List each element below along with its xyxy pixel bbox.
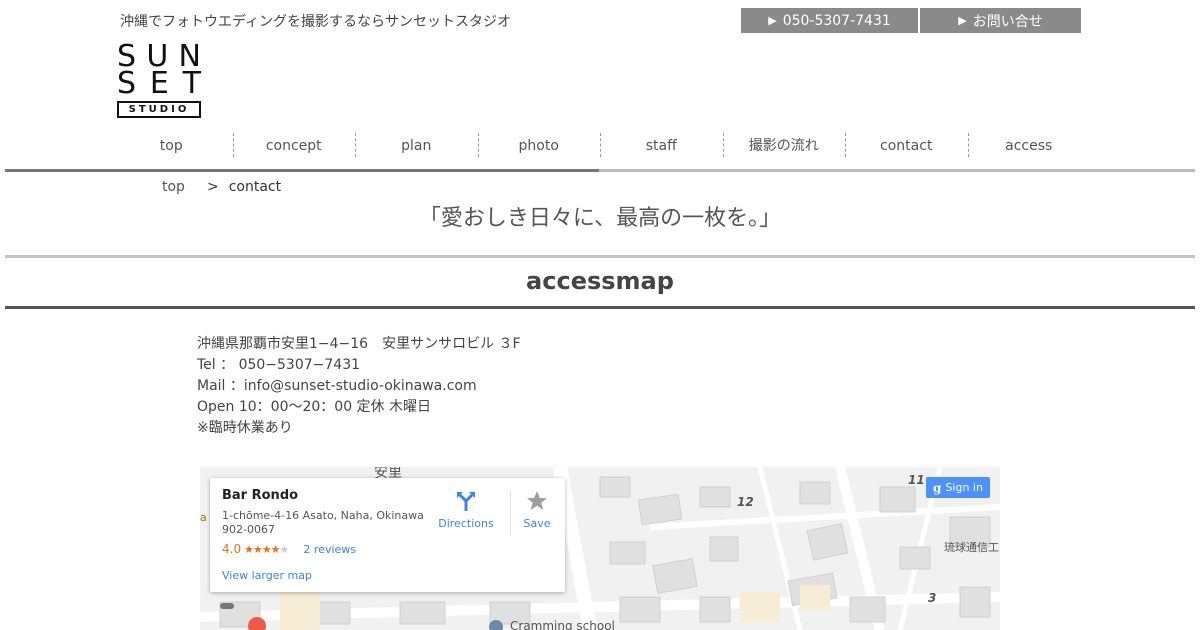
nav-underline	[5, 169, 1195, 172]
star-icon	[527, 491, 547, 510]
contact-button[interactable]: ▶ お問い合せ	[920, 8, 1081, 33]
breadcrumb: top > contact	[162, 179, 281, 195]
directions-label: Directions	[438, 517, 494, 530]
tagline: 沖縄でフォトウエディングを撮影するならサンセットスタジオ	[120, 14, 512, 30]
divider-dark	[5, 306, 1195, 309]
breadcrumb-home[interactable]: top	[162, 179, 185, 195]
nav-item-concept[interactable]: concept	[232, 133, 356, 159]
phone-button[interactable]: ▶ 050-5307-7431	[741, 8, 918, 33]
info-tel: Tel ： 050−5307−7431	[197, 357, 361, 373]
google-g-icon: g	[933, 480, 942, 495]
global-nav: top concept plan photo staff 撮影の流れ conta…	[110, 133, 1090, 159]
logo-line-set: S E T	[117, 66, 201, 101]
rating-stars-icon: ★★★★★	[244, 542, 289, 556]
breadcrumb-current: contact	[228, 179, 282, 195]
contact-button-label: お問い合せ	[972, 13, 1043, 30]
save-button[interactable]: Save	[513, 490, 561, 530]
map-sign-in-label: Sign in	[945, 481, 983, 494]
logo-studio-box: STUDIO	[117, 101, 201, 118]
section-title: accessmap	[526, 267, 674, 295]
info-note: ※臨時休業あり	[197, 420, 293, 436]
nav-item-flow[interactable]: 撮影の流れ	[722, 133, 846, 159]
phone-button-label: 050-5307-7431	[782, 12, 891, 29]
card-divider	[510, 490, 511, 536]
rating-value: 4.0	[222, 542, 242, 556]
place-address: 1-chōme-4-16 Asato, Naha, Okinawa 902-00…	[222, 509, 424, 536]
play-triangle-icon: ▶	[768, 14, 777, 27]
view-larger-map-link[interactable]: View larger map	[222, 569, 312, 582]
info-mail: Mail ：info@sunset-studio-okinawa.com	[197, 378, 477, 394]
place-name: Bar Rondo	[222, 488, 299, 503]
map-label-cramming-school: Cramming school	[510, 619, 615, 630]
map-label-a: a	[200, 511, 207, 524]
directions-button[interactable]: Directions	[436, 490, 496, 530]
divider-light	[5, 255, 1195, 258]
save-label: Save	[523, 517, 551, 530]
directions-icon	[457, 492, 475, 511]
nav-item-access[interactable]: access	[967, 133, 1091, 159]
play-triangle-icon: ▶	[958, 14, 967, 27]
map-label-block-3: 3	[928, 591, 937, 605]
nav-item-photo[interactable]: photo	[477, 133, 601, 159]
map-label-ryukyu: 琉球通信工	[944, 541, 999, 554]
nav-item-plan[interactable]: plan	[355, 133, 478, 159]
map-label-block-12: 12	[737, 495, 754, 509]
reviews-link[interactable]: 2 reviews	[303, 543, 356, 556]
google-map[interactable]: 12 11 3 琉球通信工 安里 Cramming school a g Sig…	[200, 467, 1000, 630]
nav-active-indicator	[5, 169, 599, 172]
catchcopy: 「愛おしき日々に、最高の一枚を。」	[418, 206, 782, 231]
nav-item-top[interactable]: top	[110, 133, 233, 159]
nav-item-staff[interactable]: staff	[600, 133, 723, 159]
map-label-block-11: 11	[908, 473, 925, 487]
map-sign-in-button[interactable]: g Sign in	[926, 477, 990, 498]
sunset-studio-logo[interactable]: S U N S E T STUDIO	[117, 42, 201, 127]
info-open: Open 10：00〜20：00 定休 木曜日	[197, 399, 432, 415]
breadcrumb-separator: >	[206, 179, 219, 195]
info-address: 沖縄県那覇市安里1−4−16 安里サンサロビル ３F	[197, 336, 521, 352]
nav-item-contact[interactable]: contact	[845, 133, 968, 159]
place-rating: 4.0 ★★★★★ 2 reviews	[222, 542, 356, 556]
access-info: 沖縄県那覇市安里1−4−16 安里サンサロビル ３F Tel ： 050−530…	[197, 334, 521, 439]
map-place-card: Bar Rondo 1-chōme-4-16 Asato, Naha, Okin…	[210, 478, 565, 592]
